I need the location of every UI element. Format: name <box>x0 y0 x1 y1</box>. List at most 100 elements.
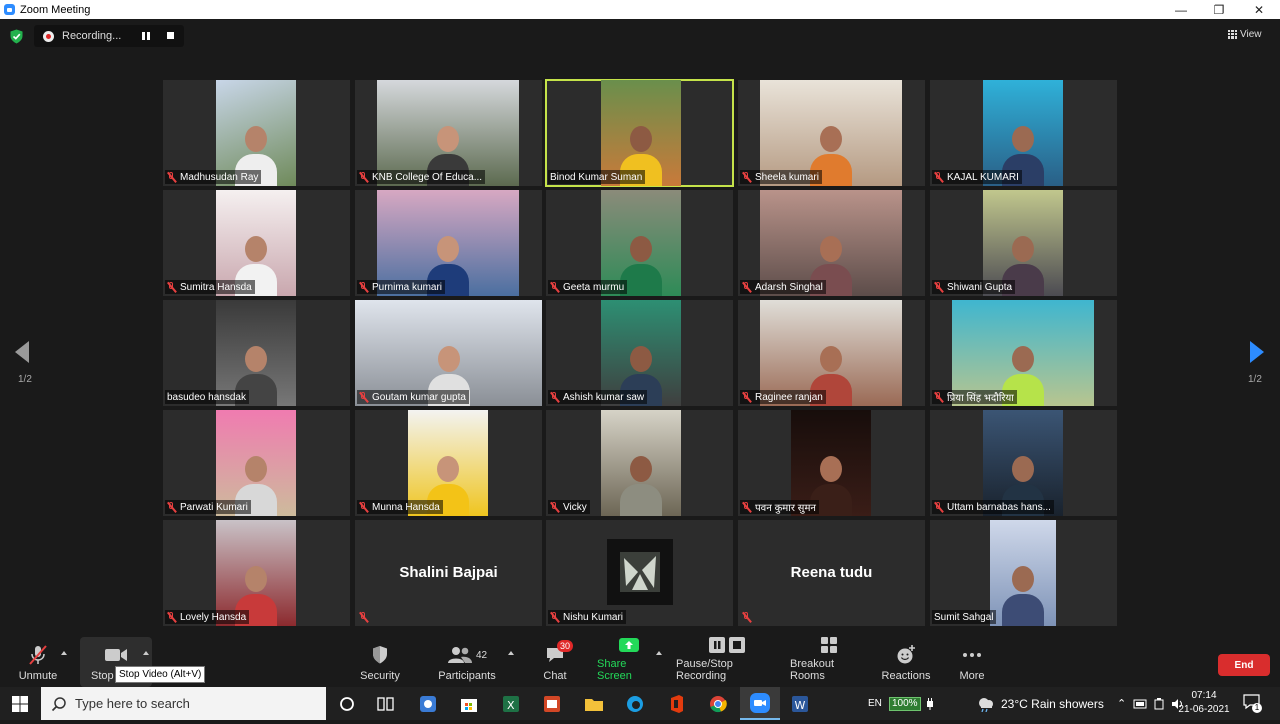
taskbar-search-box[interactable]: Type here to search <box>41 687 326 720</box>
more-dots-icon <box>963 653 981 657</box>
end-meeting-button[interactable]: End <box>1218 654 1270 676</box>
participants-options-caret-icon[interactable] <box>508 651 514 655</box>
stop-recording-icon[interactable] <box>167 32 174 39</box>
maximize-icon[interactable]: ❐ <box>1200 0 1238 19</box>
participant-tile[interactable]: Nishu Kumari <box>546 520 733 626</box>
more-button[interactable]: More <box>950 637 994 687</box>
participant-tile[interactable]: Shalini Bajpai <box>355 520 542 626</box>
participant-tile[interactable]: Purnima kumari <box>355 190 542 296</box>
participant-silhouette <box>620 456 662 516</box>
battery-tray-icon[interactable] <box>1154 697 1164 710</box>
participant-tile[interactable]: Uttam barnabas hans... <box>930 410 1117 516</box>
unmute-button[interactable]: Unmute <box>14 637 62 687</box>
share-screen-button[interactable]: Share Screen <box>597 637 661 687</box>
edge-browser-icon[interactable] <box>624 693 646 715</box>
windows-start-icon[interactable] <box>9 693 31 715</box>
video-options-caret-icon[interactable] <box>143 651 149 655</box>
close-icon[interactable]: ✕ <box>1240 0 1278 19</box>
participant-tile[interactable]: Ashish kumar saw <box>546 300 733 406</box>
participant-name-label: Munna Hansda <box>357 500 443 514</box>
participant-tile[interactable]: Sheela kumari <box>738 80 925 186</box>
participant-tile[interactable]: KNB College Of Educa... <box>355 80 542 186</box>
pause-stop-recording-button[interactable]: Pause/Stop Recording <box>676 637 779 687</box>
mic-muted-icon <box>167 611 176 623</box>
mic-muted-icon <box>167 171 176 183</box>
participant-name: Adarsh Singhal <box>755 281 823 293</box>
share-options-caret-icon[interactable] <box>656 651 662 655</box>
mic-muted-icon <box>359 611 368 623</box>
participant-tile[interactable]: Shiwani Gupta <box>930 190 1117 296</box>
participant-name-label: Sumitra Hansda <box>165 280 255 294</box>
task-view-icon[interactable] <box>375 693 397 715</box>
audio-options-caret-icon[interactable] <box>61 651 67 655</box>
reactions-button[interactable]: Reactions <box>880 637 932 687</box>
participants-button[interactable]: 42 Participants <box>436 637 498 687</box>
notifications-button[interactable]: 1 <box>1243 694 1263 714</box>
minimize-icon[interactable]: — <box>1162 0 1200 19</box>
office-icon[interactable] <box>666 693 688 715</box>
participant-name: Madhusudan Ray <box>180 171 259 183</box>
microsoft-store-icon[interactable] <box>458 693 480 715</box>
chrome-browser-icon[interactable] <box>707 693 729 715</box>
participant-tile[interactable]: पवन कुमार सुमन <box>738 410 925 516</box>
participant-tile[interactable]: Binod Kumar Suman <box>545 79 734 187</box>
share-screen-icon <box>619 638 639 652</box>
shield-icon <box>373 646 387 664</box>
network-icon[interactable] <box>1133 699 1147 709</box>
participant-name-label <box>740 610 758 624</box>
participants-label: Participants <box>438 670 496 682</box>
participant-tile[interactable]: Madhusudan Ray <box>163 80 350 186</box>
page-indicator-left: 1/2 <box>18 374 32 385</box>
participant-tile[interactable]: Goutam kumar gupta <box>355 300 542 406</box>
settings-app-icon[interactable] <box>417 693 439 715</box>
participant-tile[interactable]: Vicky <box>546 410 733 516</box>
participant-name: प्रिया सिंह भदौरिया <box>947 393 1014 404</box>
participant-tile[interactable]: Sumit Sahgal <box>930 520 1117 626</box>
language-indicator[interactable]: EN <box>868 687 882 720</box>
view-button[interactable]: View <box>1228 25 1272 43</box>
breakout-rooms-button[interactable]: Breakout Rooms <box>790 637 867 687</box>
security-shield-icon[interactable] <box>9 29 24 44</box>
mic-muted-icon <box>742 501 751 513</box>
stop-video-label: Stop <box>91 670 114 682</box>
participant-name-label: Shiwani Gupta <box>932 280 1016 294</box>
participant-tile[interactable]: Geeta murmu <box>546 190 733 296</box>
participant-name-label: Binod Kumar Suman <box>548 170 646 184</box>
battery-indicator[interactable]: 100% <box>889 687 935 720</box>
participant-name-label: Ashish kumar saw <box>548 390 648 404</box>
participant-tile[interactable]: Parwati Kumari <box>163 410 350 516</box>
grid-view-icon <box>1228 29 1237 39</box>
zoom-taskbar-button-active[interactable] <box>740 687 780 720</box>
weather-widget[interactable]: 23°C Rain showers <box>976 687 1104 720</box>
chat-button[interactable]: 30 Chat <box>532 637 578 687</box>
participant-tile[interactable]: basudeo hansdak <box>163 300 350 406</box>
participant-tile[interactable]: Reena tudu <box>738 520 925 626</box>
participant-name-label: KAJAL KUMARI <box>932 170 1022 184</box>
participant-tile[interactable]: प्रिया सिंह भदौरिया <box>930 300 1117 406</box>
participant-tile[interactable]: Lovely Hansda <box>163 520 350 626</box>
excel-icon[interactable]: X <box>500 693 522 715</box>
taskbar-clock[interactable]: 07:14 21-06-2021 <box>1178 689 1230 717</box>
participant-name-label <box>357 610 375 624</box>
powerpoint-icon[interactable] <box>541 693 563 715</box>
participant-tile[interactable]: Sumitra Hansda <box>163 190 350 296</box>
file-explorer-icon[interactable] <box>583 693 605 715</box>
participant-name: Binod Kumar Suman <box>550 171 643 183</box>
microphone-muted-icon <box>29 645 47 665</box>
participant-name-label: KNB College Of Educa... <box>357 170 486 184</box>
pause-recording-icon[interactable] <box>142 32 150 40</box>
mic-muted-icon <box>550 611 559 623</box>
participant-tile[interactable]: Adarsh Singhal <box>738 190 925 296</box>
participant-tile[interactable]: Munna Hansda <box>355 410 542 516</box>
previous-page-icon[interactable] <box>15 341 29 363</box>
participant-tile[interactable]: Raginee ranjan <box>738 300 925 406</box>
security-button[interactable]: Security <box>355 637 405 687</box>
word-icon[interactable]: W <box>789 693 811 715</box>
participant-name-label: Adarsh Singhal <box>740 280 826 294</box>
participant-name: Nishu Kumari <box>563 611 624 623</box>
next-page-icon[interactable] <box>1250 341 1264 363</box>
participant-tile[interactable]: KAJAL KUMARI <box>930 80 1117 186</box>
participant-name-label: Raginee ranjan <box>740 390 826 404</box>
show-hidden-icons-chevron-icon[interactable]: ⌃ <box>1117 697 1126 710</box>
cortana-icon[interactable] <box>336 693 358 715</box>
